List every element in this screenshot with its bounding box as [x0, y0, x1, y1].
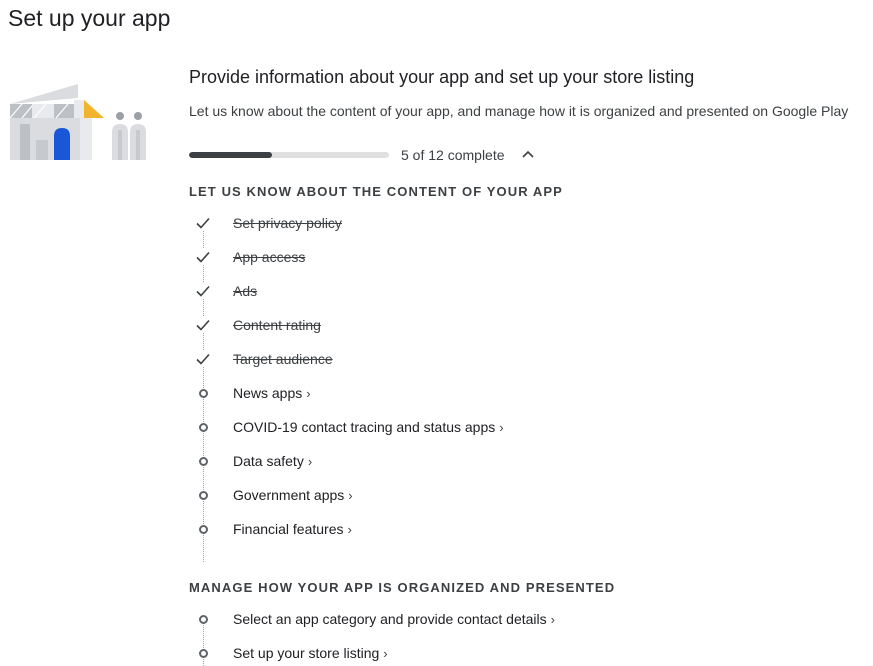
check-icon — [189, 211, 217, 235]
task-item[interactable]: Content rating — [189, 313, 709, 337]
chevron-right-icon: › — [307, 453, 313, 469]
task-item[interactable]: COVID-19 contact tracing and status apps… — [189, 415, 709, 439]
task-item[interactable]: App access — [189, 245, 709, 269]
task-item[interactable]: News apps › — [189, 381, 709, 405]
task-label: Financial features › — [233, 520, 352, 537]
task-item[interactable]: Target audience — [189, 347, 709, 371]
chevron-right-icon: › — [348, 487, 353, 503]
task-label: Government apps › — [233, 486, 353, 503]
task-label: News apps › — [233, 384, 311, 401]
check-icon — [189, 279, 217, 303]
task-label: Content rating — [233, 317, 321, 333]
task-item[interactable]: Data safety › — [189, 449, 709, 473]
circle-icon — [189, 449, 217, 473]
check-icon — [189, 347, 217, 371]
task-label: App access — [233, 249, 306, 265]
chevron-right-icon: › — [550, 611, 555, 627]
progress-bar-fill — [189, 152, 273, 158]
chevron-right-icon: › — [499, 419, 504, 435]
chevron-right-icon: › — [347, 521, 352, 537]
circle-icon — [189, 381, 217, 405]
task-label: Set up your store listing › — [233, 644, 388, 661]
task-label: Select an app category and provide conta… — [233, 610, 555, 627]
task-item[interactable]: Set up your store listing › — [189, 641, 709, 665]
circle-icon — [189, 483, 217, 507]
task-label: Target audience — [233, 351, 333, 367]
chevron-right-icon: › — [306, 385, 311, 401]
task-label: Set privacy policy — [233, 215, 342, 231]
task-label: COVID-19 contact tracing and status apps… — [233, 418, 504, 435]
task-item[interactable]: Financial features › — [189, 517, 709, 541]
task-label: Ads — [233, 283, 258, 299]
circle-icon — [189, 607, 217, 631]
chevron-right-icon: › — [383, 645, 388, 661]
check-icon — [189, 245, 217, 269]
progress-bar — [189, 152, 389, 158]
page-title: Set up your app — [8, 5, 171, 31]
section-heading: MANAGE HOW YOUR APP IS ORGANIZED AND PRE… — [189, 580, 616, 595]
circle-icon — [189, 641, 217, 665]
task-item[interactable]: Select an app category and provide conta… — [189, 607, 709, 631]
app-setup-illustration — [9, 84, 146, 160]
task-label: Data safety › — [233, 452, 313, 469]
check-icon — [189, 313, 217, 337]
chevron-up-icon[interactable] — [520, 146, 536, 162]
task-item[interactable]: Ads — [189, 279, 709, 303]
setup-description: Let us know about the content of your ap… — [189, 103, 849, 119]
progress-label: 5 of 12 complete — [401, 147, 505, 163]
setup-headline: Provide information about your app and s… — [189, 67, 695, 87]
circle-icon — [189, 415, 217, 439]
section-heading: LET US KNOW ABOUT THE CONTENT OF YOUR AP… — [189, 184, 563, 199]
task-item[interactable]: Set privacy policy — [189, 211, 709, 235]
circle-icon — [189, 517, 217, 541]
task-item[interactable]: Government apps › — [189, 483, 709, 507]
